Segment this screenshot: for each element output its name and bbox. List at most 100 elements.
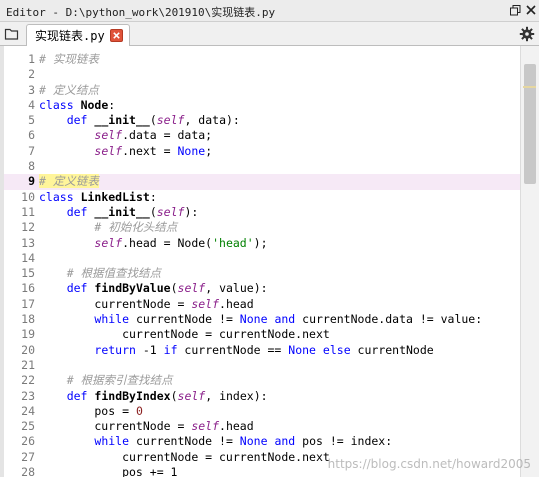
code-token: and xyxy=(274,312,296,327)
code-token: else xyxy=(322,342,351,357)
code-line[interactable]: 9 # 定义链表 xyxy=(4,174,520,190)
close-icon[interactable] xyxy=(524,3,538,17)
code-token: currentNode = currentNode.next xyxy=(39,449,330,464)
code-editor[interactable]: 1 # 实现链表 2 3 # 定义结点 4 class Node: 5 def __init_… xyxy=(0,46,539,477)
code-token: class xyxy=(39,189,74,204)
code-line[interactable]: 16 def findByValue(self, value): xyxy=(4,281,520,296)
code-line[interactable]: 3 # 定义结点 xyxy=(4,83,520,98)
code-token: , data): xyxy=(184,113,240,128)
code-token: 0 xyxy=(135,403,143,418)
code-line[interactable]: 14 xyxy=(4,251,520,266)
code-token: # 初始化头结点 xyxy=(94,220,178,235)
title-bar: Editor - D:\python_work\201910\实现链表.py xyxy=(0,0,539,22)
scrollbar-thumb[interactable] xyxy=(524,64,536,184)
code-token: : xyxy=(149,189,157,204)
code-line[interactable]: 26 while currentNode != None and pos != … xyxy=(4,434,520,449)
code-token: .head xyxy=(219,296,254,311)
code-line[interactable]: 6 self.data = data; xyxy=(4,128,520,143)
code-token: 'head' xyxy=(212,235,254,250)
code-token: None xyxy=(239,434,268,449)
code-token: def xyxy=(66,204,88,219)
code-token: self xyxy=(177,388,206,403)
code-token: def xyxy=(66,113,88,128)
code-token: pos != index: xyxy=(295,434,393,449)
code-line[interactable]: 19 currentNode = currentNode.next xyxy=(4,327,520,342)
code-lines[interactable]: 1 # 实现链表 2 3 # 定义结点 4 class Node: 5 def __init_… xyxy=(4,52,520,477)
line-number: 25 xyxy=(21,419,35,434)
line-number: 9 xyxy=(28,174,35,189)
code-token: self xyxy=(156,204,185,219)
code-line[interactable]: 2 xyxy=(4,67,520,82)
code-line[interactable]: 25 currentNode = self.head xyxy=(4,419,520,434)
line-number: 10 xyxy=(21,189,35,204)
tab-close-icon[interactable] xyxy=(109,29,123,42)
line-number: 22 xyxy=(21,373,35,388)
line-number: 11 xyxy=(21,204,35,219)
code-line[interactable]: 12 # 初始化头结点 xyxy=(4,220,520,235)
code-token: self xyxy=(177,281,206,296)
code-token: return xyxy=(94,342,136,357)
code-token: # 定义结点 xyxy=(39,82,99,97)
code-token: # 实现链表 xyxy=(39,52,99,66)
code-line[interactable]: 5 def __init__(self, data): xyxy=(4,113,520,128)
undock-icon[interactable] xyxy=(508,3,522,17)
code-line[interactable]: 8 xyxy=(4,159,520,174)
code-token: currentNode.data != value: xyxy=(295,312,483,327)
line-code: self.head = Node('head'); xyxy=(39,235,267,251)
code-token: : xyxy=(108,97,116,112)
line-number: 1 xyxy=(28,52,35,66)
code-token: # 根据值查找结点 xyxy=(66,266,162,281)
gear-icon[interactable] xyxy=(519,26,535,42)
code-line[interactable]: 20 return -1 if currentNode == None else… xyxy=(4,343,520,358)
code-line[interactable]: 13 self.head = Node('head'); xyxy=(4,236,520,251)
line-code: def __init__(self): xyxy=(39,204,199,220)
line-code: pos = 0 xyxy=(39,404,143,419)
line-number: 2 xyxy=(28,67,35,82)
line-number: 8 xyxy=(28,159,35,174)
line-number: 26 xyxy=(21,434,35,449)
code-token: currentNode != xyxy=(129,434,240,449)
code-token: pos += 1 xyxy=(39,465,178,477)
code-token: None xyxy=(288,342,316,357)
code-line[interactable]: 7 self.next = None; xyxy=(4,144,520,159)
tab-file[interactable]: 实现链表.py xyxy=(26,24,130,46)
code-line[interactable]: 10 class LinkedList: xyxy=(4,190,520,205)
code-token: LinkedList xyxy=(80,189,150,204)
code-line[interactable]: 23 def findByIndex(self, index): xyxy=(4,389,520,404)
browse-tabs-icon[interactable] xyxy=(4,26,20,42)
code-line[interactable]: 15 # 根据值查找结点 xyxy=(4,266,520,281)
line-number: 6 xyxy=(28,128,35,143)
line-code: currentNode = currentNode.next xyxy=(39,327,330,342)
code-line[interactable]: 18 while currentNode != None and current… xyxy=(4,312,520,327)
vertical-scrollbar[interactable] xyxy=(520,46,539,477)
line-code: # 初始化头结点 xyxy=(39,220,177,235)
code-line[interactable]: 21 xyxy=(4,358,520,373)
line-number: 7 xyxy=(28,143,35,158)
code-token: currentNode == xyxy=(177,342,289,357)
code-token: self xyxy=(191,419,220,434)
line-number: 24 xyxy=(21,403,35,418)
code-line[interactable]: 17 currentNode = self.head xyxy=(4,297,520,312)
line-code: return -1 if currentNode == None else cu… xyxy=(39,342,433,358)
line-number: 23 xyxy=(21,388,35,403)
code-line[interactable]: 11 def __init__(self): xyxy=(4,205,520,220)
line-code: while currentNode != None and pos != ind… xyxy=(39,434,392,449)
code-line[interactable]: 24 pos = 0 xyxy=(4,404,520,419)
line-code: class LinkedList: xyxy=(39,190,157,205)
code-token: .head xyxy=(219,419,254,434)
line-code: currentNode = currentNode.next xyxy=(39,450,330,465)
code-token: .head = Node( xyxy=(122,235,213,250)
code-token: ; xyxy=(205,143,213,158)
line-code: pos += 1 xyxy=(39,465,177,477)
code-line[interactable]: 22 # 根据索引查找结点 xyxy=(4,373,520,388)
code-line[interactable]: 4 class Node: xyxy=(4,98,520,113)
code-line[interactable]: 1 # 实现链表 xyxy=(4,52,520,67)
